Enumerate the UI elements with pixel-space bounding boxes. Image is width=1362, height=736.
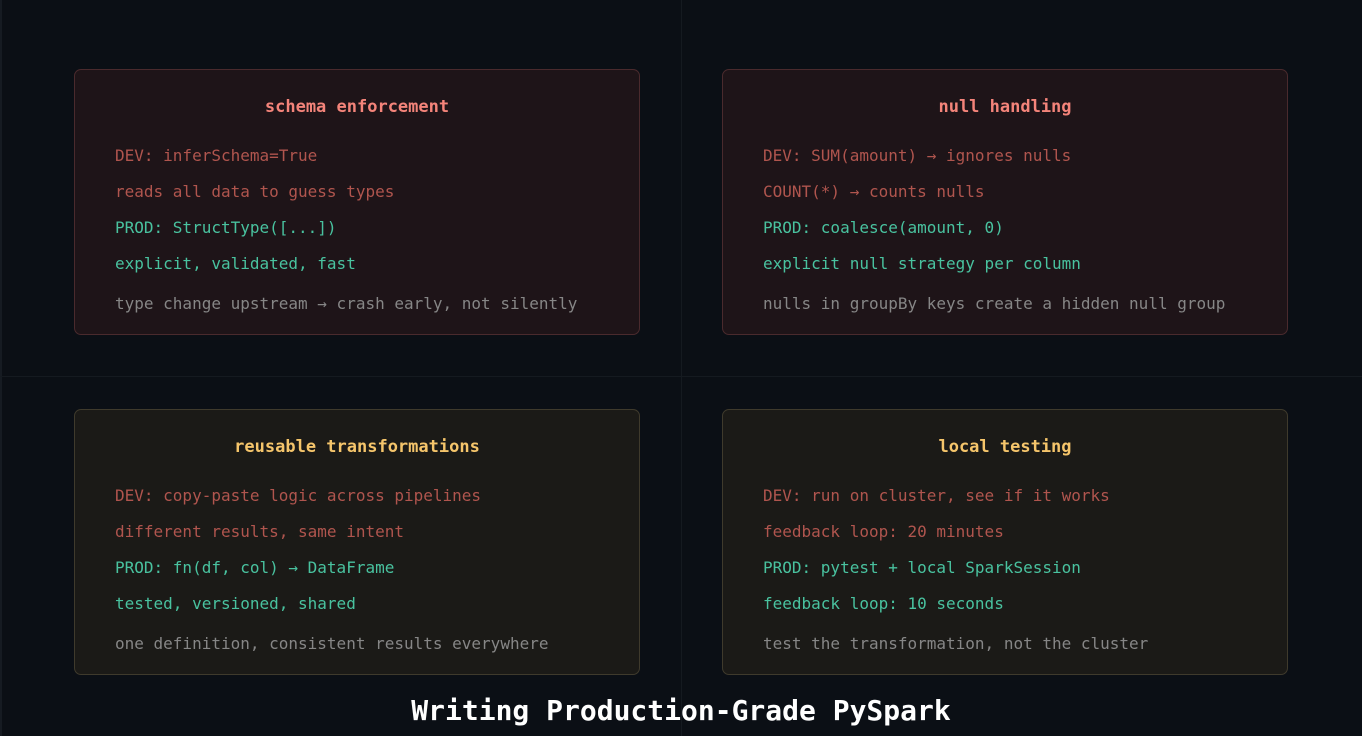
dev-consequence: COUNT(*) → counts nulls <box>763 182 985 201</box>
prod-practice: PROD: pytest + local SparkSession <box>763 558 1081 577</box>
dev-practice: DEV: SUM(amount) → ignores nulls <box>763 146 1072 165</box>
dev-practice: DEV: run on cluster, see if it works <box>763 486 1110 505</box>
grid-divider-vertical <box>681 0 682 736</box>
prod-benefit: explicit null strategy per column <box>763 254 1081 273</box>
card-note: test the transformation, not the cluster <box>763 634 1149 653</box>
card-local-testing: local testing DEV: run on cluster, see i… <box>722 409 1288 675</box>
prod-practice: PROD: coalesce(amount, 0) <box>763 218 1004 237</box>
card-note: type change upstream → crash early, not … <box>115 294 578 313</box>
dev-consequence: reads all data to guess types <box>115 182 395 201</box>
prod-benefit: tested, versioned, shared <box>115 594 356 613</box>
card-title: reusable transformations <box>234 437 480 457</box>
card-title: null handling <box>938 97 1072 117</box>
prod-benefit: feedback loop: 10 seconds <box>763 594 1004 613</box>
prod-practice: PROD: StructType([...]) <box>115 218 337 237</box>
prod-benefit: explicit, validated, fast <box>115 254 356 273</box>
card-note: one definition, consistent results every… <box>115 634 549 653</box>
grid-divider-horizontal <box>0 376 1362 377</box>
card-null-handling: null handling DEV: SUM(amount) → ignores… <box>722 69 1288 335</box>
card-title: schema enforcement <box>264 97 450 117</box>
prod-practice: PROD: fn(df, col) → DataFrame <box>115 558 395 577</box>
dev-practice: DEV: inferSchema=True <box>115 146 318 165</box>
page-title: Writing Production-Grade PySpark <box>411 694 951 727</box>
canvas-edge <box>0 0 2 736</box>
card-title: local testing <box>938 437 1072 457</box>
card-note: nulls in groupBy keys create a hidden nu… <box>763 294 1226 313</box>
card-reusable-transformations: reusable transformations DEV: copy-paste… <box>74 409 640 675</box>
dev-consequence: feedback loop: 20 minutes <box>763 522 1004 541</box>
dev-practice: DEV: copy-paste logic across pipelines <box>115 486 482 505</box>
dev-consequence: different results, same intent <box>115 522 404 541</box>
card-schema-enforcement: schema enforcement DEV: inferSchema=True… <box>74 69 640 335</box>
